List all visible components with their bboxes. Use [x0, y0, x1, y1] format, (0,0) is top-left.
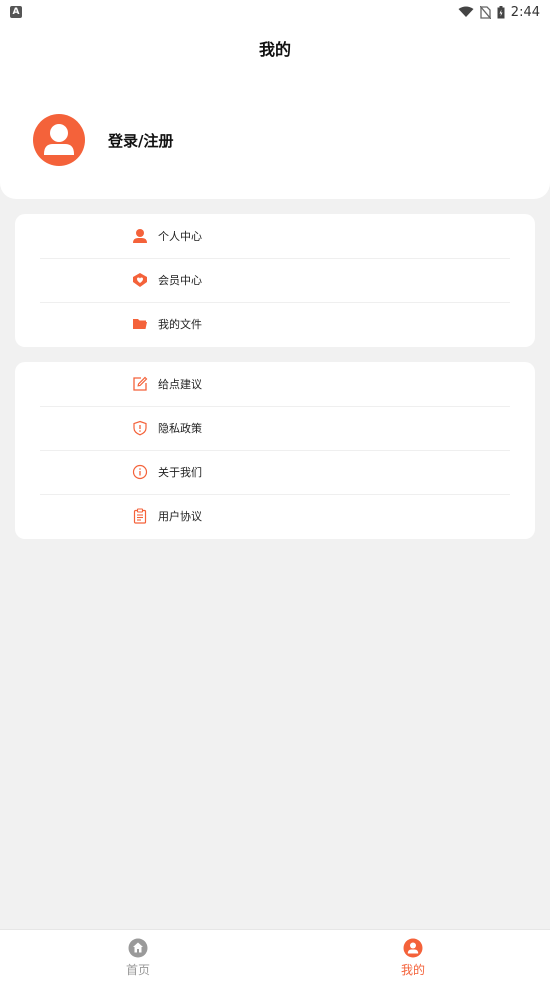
menu-item-label: 给点建议: [158, 378, 202, 391]
person-icon: [132, 228, 148, 244]
home-icon: [128, 938, 148, 958]
info-icon: [132, 464, 148, 480]
menu-item-user-agreement[interactable]: 用户协议: [40, 494, 510, 538]
menu-item-feedback[interactable]: 给点建议: [40, 362, 510, 406]
shield-icon: [132, 420, 148, 436]
menu-item-membership-center[interactable]: 会员中心: [40, 258, 510, 302]
login-register-link[interactable]: 登录/注册: [108, 130, 173, 151]
status-bar: A 2:44: [0, 0, 550, 24]
menu-item-personal-center[interactable]: 个人中心: [40, 214, 510, 258]
user-icon: [403, 938, 423, 958]
menu-item-label: 我的文件: [158, 318, 202, 331]
menu-item-label: 会员中心: [158, 274, 202, 287]
profile-header: 我的 登录/注册: [0, 24, 550, 199]
menu-group-secondary: 给点建议 隐私政策 关于我们 用户协议: [15, 362, 535, 539]
menu-item-label: 个人中心: [158, 230, 202, 243]
nav-label: 首页: [125, 963, 150, 977]
no-sim-icon: [479, 5, 491, 19]
edit-icon: [132, 376, 148, 392]
menu-item-label: 隐私政策: [158, 422, 202, 435]
avatar[interactable]: [33, 114, 85, 166]
nav-label: 我的: [400, 963, 425, 977]
menu-item-label: 关于我们: [158, 466, 202, 479]
clipboard-icon: [132, 508, 148, 524]
menu-item-label: 用户协议: [158, 510, 202, 523]
nav-tab-home[interactable]: 首页: [98, 936, 178, 981]
nav-tab-mine[interactable]: 我的: [373, 936, 453, 981]
menu-item-privacy-policy[interactable]: 隐私政策: [40, 406, 510, 450]
menu-group-primary: 个人中心 会员中心 我的文件: [15, 214, 535, 347]
user-avatar-icon: [44, 124, 74, 155]
bottom-nav: 首页 我的: [0, 929, 550, 984]
page-title: 我的: [258, 40, 291, 59]
heart-badge-icon: [132, 272, 148, 288]
menu-item-about-us[interactable]: 关于我们: [40, 450, 510, 494]
folder-icon: [132, 316, 148, 332]
app-notification-icon: A: [10, 6, 22, 18]
wifi-icon: [458, 6, 474, 17]
battery-icon: [497, 5, 505, 18]
menu-item-my-files[interactable]: 我的文件: [40, 302, 510, 346]
status-time: 2:44: [510, 4, 540, 20]
